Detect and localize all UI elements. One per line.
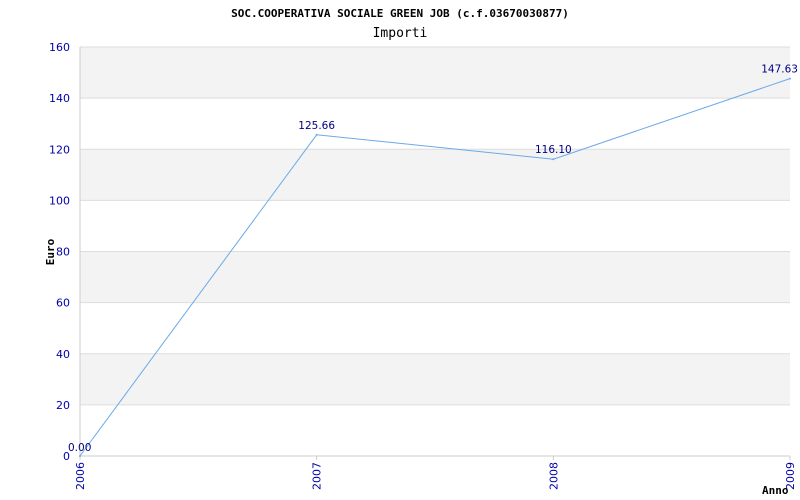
y-tick-label: 160 [49,41,70,54]
chart-subtitle: Importi [373,26,428,41]
x-tick-label: 2006 [74,462,87,490]
x-axis-label: Anno [762,484,789,497]
data-point [789,77,791,80]
y-tick-label: 20 [56,399,70,412]
y-tick-label: 80 [56,246,70,259]
data-point [79,455,81,457]
y-axis-label: Euro [44,238,57,265]
data-label: 125.66 [298,120,335,132]
y-tick-label: 120 [49,143,70,156]
band [80,200,790,252]
band [80,353,790,405]
band [80,149,790,201]
y-tick-label: 60 [56,297,70,310]
x-tick-labels: 2006 2007 2008 2009 [74,462,797,490]
x-tick-label: 2007 [311,462,324,490]
band [80,47,790,99]
chart-title: SOC.COOPERATIVA SOCIALE GREEN JOB (c.f.0… [231,7,569,20]
y-tick-label: 40 [56,348,70,361]
data-point [315,133,318,136]
data-label: 116.10 [535,144,572,156]
band [80,98,790,150]
data-point [552,158,555,161]
band [80,404,790,456]
band [80,302,790,354]
y-tick-label: 140 [49,92,70,105]
y-tick-label: 100 [49,194,70,207]
x-tick-label: 2008 [547,462,560,490]
band [80,251,790,303]
data-label: 147.63 [761,64,798,76]
data-label: 0.00 [68,442,91,454]
line-chart: 020406080100120140160 2006 2007 2008 2009 0… [44,7,798,497]
